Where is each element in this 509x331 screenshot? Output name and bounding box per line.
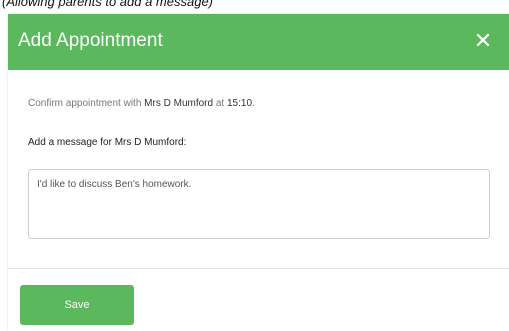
close-button[interactable]: ✕ — [471, 26, 495, 56]
dialog-body: Confirm appointment with Mrs D Mumford a… — [8, 70, 509, 268]
confirm-prefix: Confirm appointment with — [28, 98, 145, 109]
save-button[interactable]: Save — [20, 285, 134, 325]
confirm-text: Confirm appointment with Mrs D Mumford a… — [28, 97, 255, 111]
close-icon: ✕ — [473, 28, 493, 53]
caption-text: (Allowing parents to add a message) — [2, 0, 214, 9]
dialog-footer: Save — [8, 269, 509, 331]
add-appointment-dialog: Add Appointment ✕ Confirm appointment wi… — [8, 14, 509, 331]
page: (Allowing parents to add a message) Add … — [0, 0, 509, 331]
confirm-middle: at — [213, 98, 227, 109]
message-label: Add a message for Mrs D Mumford: — [28, 137, 187, 148]
teacher-name: Mrs D Mumford — [144, 98, 214, 109]
confirm-suffix: . — [252, 98, 255, 109]
message-textarea[interactable]: I'd like to discuss Ben's homework. — [28, 169, 490, 239]
dialog-header: Add Appointment ✕ — [8, 14, 509, 70]
appointment-time: 15:10 — [226, 98, 253, 109]
dialog-title: Add Appointment — [18, 30, 163, 51]
